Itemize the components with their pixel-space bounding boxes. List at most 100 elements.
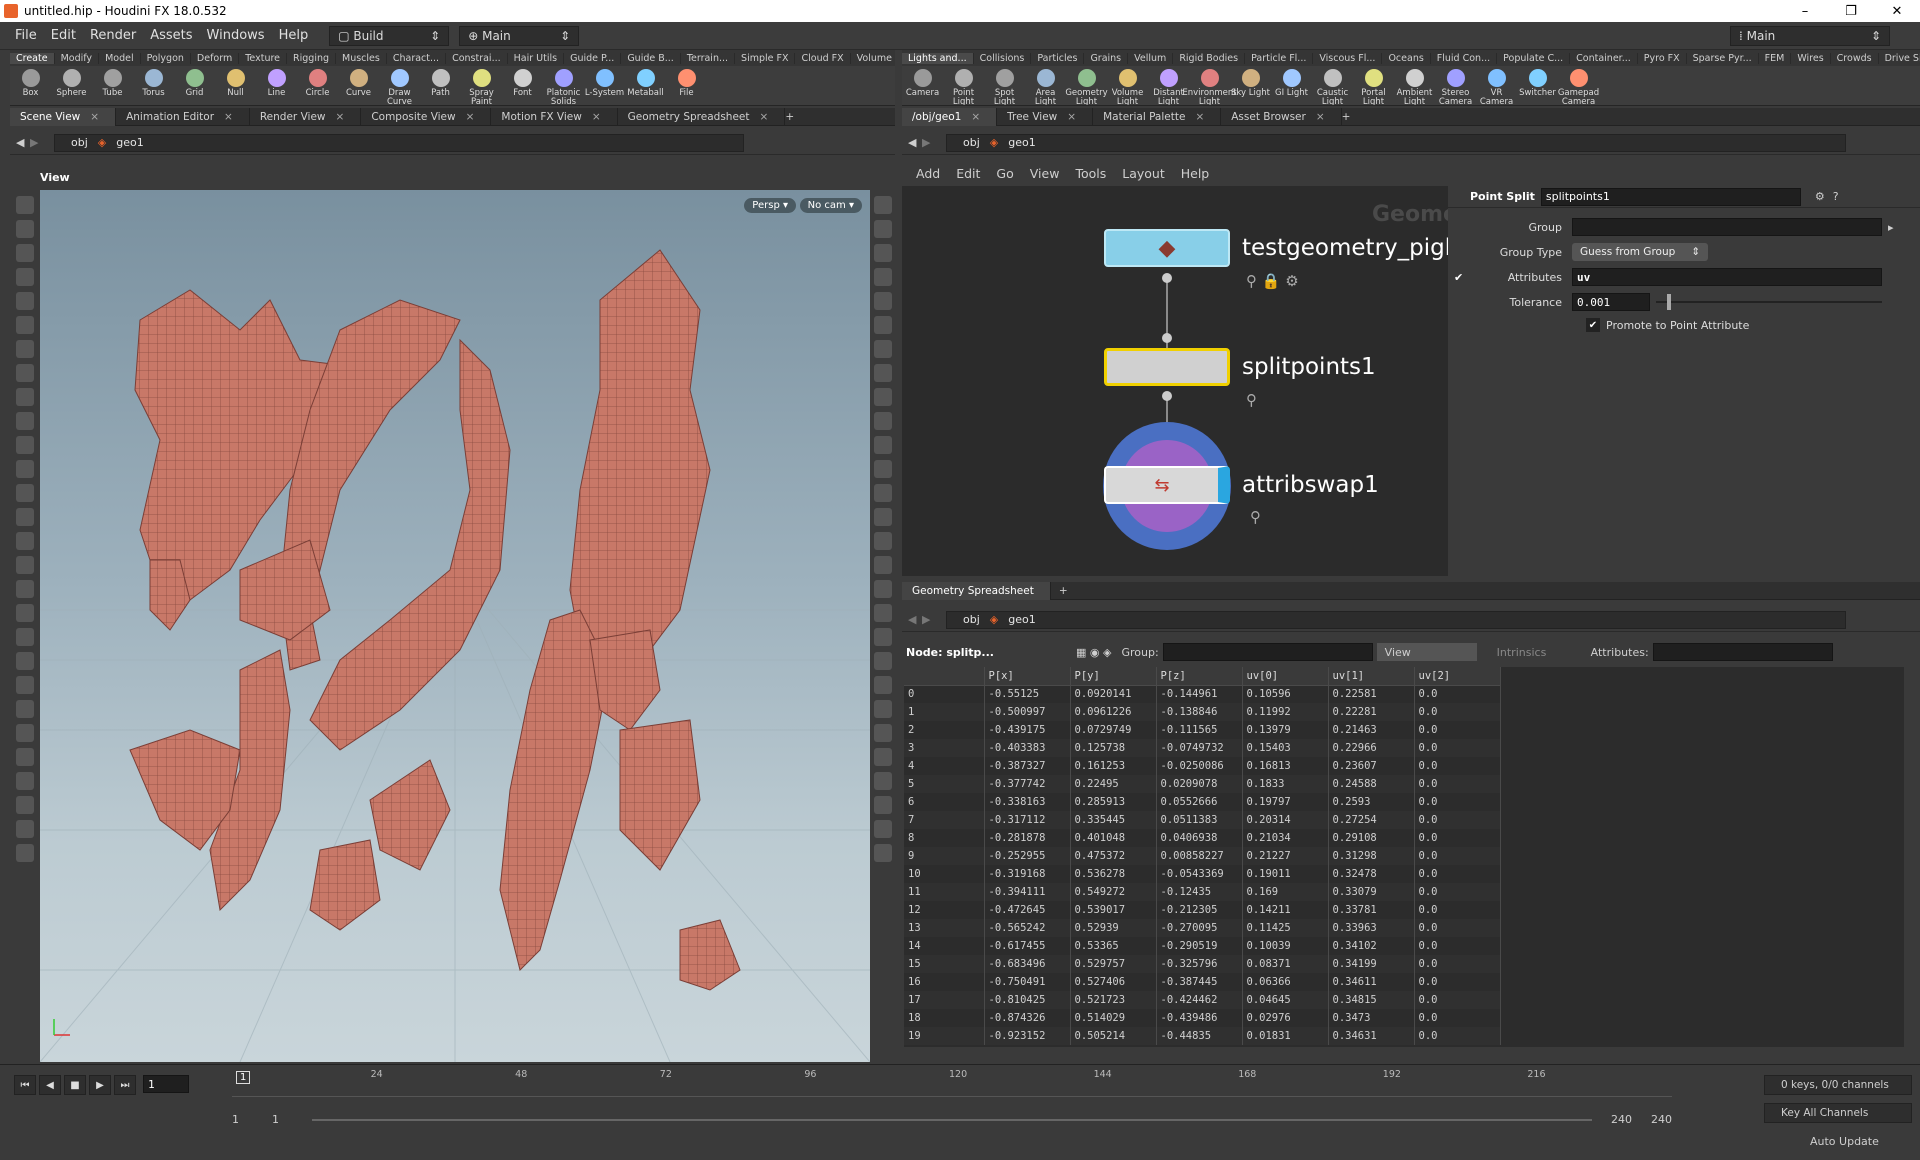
back-arrow-icon[interactable]: ◀: [16, 136, 30, 149]
viewport-tool-icon[interactable]: [16, 268, 34, 286]
checkmark-icon[interactable]: ✔: [1454, 271, 1468, 284]
shelf-tool-null[interactable]: Null: [215, 66, 256, 98]
net-menu-view[interactable]: View: [1022, 166, 1068, 181]
close-tab-icon[interactable]: ×: [336, 111, 345, 123]
viewport-tool-icon[interactable]: [873, 748, 892, 766]
viewport-tool-icon[interactable]: [873, 556, 892, 574]
viewport-tool-icon[interactable]: [16, 292, 34, 310]
shelf-tab-model[interactable]: Model: [99, 52, 141, 64]
shelf-tab-container[interactable]: Container...: [1570, 52, 1638, 64]
shelf-tool-point-light[interactable]: Point Light: [943, 66, 984, 105]
menu-windows[interactable]: Windows: [200, 28, 272, 43]
intrinsics-menu[interactable]: Intrinsics: [1497, 646, 1587, 659]
table-row[interactable]: 14 -0.617455 0.53365 -0.290519 0.10039 0.3410…: [904, 937, 1501, 955]
viewport-tool-icon[interactable]: [16, 652, 34, 670]
frame-indicator[interactable]: 1: [236, 1071, 251, 1084]
viewport-tool-icon[interactable]: [16, 388, 34, 406]
viewport-tool-icon[interactable]: [873, 436, 892, 454]
back-arrow-icon[interactable]: ◀: [908, 136, 922, 149]
auto-update-button[interactable]: Auto Update: [1810, 1135, 1879, 1148]
shelf-tab-rigid-bodies[interactable]: Rigid Bodies: [1173, 52, 1246, 64]
shelf-tool-draw-curve[interactable]: Draw Curve: [379, 66, 420, 105]
column-header[interactable]: P[x]: [984, 667, 1071, 686]
shelf-tool-geometry-light[interactable]: Geometry Light: [1065, 66, 1108, 105]
table-row[interactable]: 19 -0.923152 0.505214 -0.44835 0.01831 0.3463…: [904, 1027, 1501, 1045]
shelf-tab-oceans[interactable]: Oceans: [1382, 52, 1431, 64]
shelf-tool-gamepad-camera[interactable]: Gamepad Camera: [1558, 66, 1599, 105]
jump-end-icon[interactable]: ⏭: [114, 1075, 136, 1095]
shelf-tool-spot-light[interactable]: Spot Light: [984, 66, 1025, 105]
shelf-tab-grains[interactable]: Grains: [1084, 52, 1129, 64]
path-obj[interactable]: obj: [61, 136, 98, 149]
viewport-tool-icon[interactable]: [16, 340, 34, 358]
path-geo[interactable]: geo1: [106, 136, 153, 149]
shelf-tab-guide-b[interactable]: Guide B...: [621, 52, 681, 64]
timeline-ruler[interactable]: 1 24 48 72 96 120 144 168 192 216: [232, 1069, 1672, 1097]
spreadsheet-path-field[interactable]: obj ◈ geo1: [946, 610, 1846, 629]
start-frame-2[interactable]: 1: [272, 1113, 312, 1126]
right-desktop-selector[interactable]: ⁞ Main ⇕: [1730, 25, 1890, 46]
net-menu-go[interactable]: Go: [988, 166, 1021, 181]
viewport-tool-icon[interactable]: [873, 244, 892, 262]
table-row[interactable]: 17 -0.810425 0.521723 -0.424462 0.04645 0.348…: [904, 991, 1501, 1009]
table-row[interactable]: 5 -0.377742 0.22495 0.0209078 0.1833 0.24588 0…: [904, 775, 1501, 793]
shelf-tab-create[interactable]: Create: [10, 52, 55, 64]
forward-arrow-icon[interactable]: ▶: [30, 136, 44, 149]
viewport-tool-icon[interactable]: [16, 628, 34, 646]
viewport-tool-icon[interactable]: [16, 436, 34, 454]
shelf-tool-sky-light[interactable]: Sky Light: [1230, 66, 1271, 98]
close-button[interactable]: ✕: [1874, 4, 1920, 19]
shelf-tool-circle[interactable]: Circle: [297, 66, 338, 98]
desktop-selector[interactable]: ▢ Build ⇕: [329, 25, 450, 46]
viewport-tool-icon[interactable]: [873, 268, 892, 286]
shelf-tool-camera[interactable]: Camera: [902, 66, 943, 98]
end-frame-2[interactable]: 240: [1632, 1113, 1672, 1126]
viewport-tool-icon[interactable]: [873, 484, 892, 502]
shelf-tool-grid[interactable]: Grid: [174, 66, 215, 98]
net-menu-add[interactable]: Add: [908, 166, 948, 181]
viewport-tool-icon[interactable]: [873, 196, 892, 214]
table-row[interactable]: 13 -0.565242 0.52939 -0.270095 0.11425 0.3396…: [904, 919, 1501, 937]
column-header[interactable]: P[z]: [1156, 667, 1243, 686]
node-name-field[interactable]: splitpoints1: [1540, 187, 1801, 206]
viewport-tool-icon[interactable]: [16, 508, 34, 526]
close-tab-icon[interactable]: ×: [592, 111, 601, 123]
key-all-channels[interactable]: Key All Channels: [1764, 1103, 1912, 1123]
menu-render[interactable]: Render: [83, 28, 143, 43]
menu-help[interactable]: Help: [272, 28, 316, 43]
column-header[interactable]: [904, 667, 985, 686]
menu-file[interactable]: File: [8, 28, 44, 43]
group-field[interactable]: [1572, 218, 1882, 236]
viewport-tool-icon[interactable]: [873, 628, 892, 646]
shelf-tool-torus[interactable]: Torus: [133, 66, 174, 98]
viewport-tool-icon[interactable]: [16, 460, 34, 478]
shelf-tab-particle-fl[interactable]: Particle Fl...: [1245, 52, 1314, 64]
viewport-tool-icon[interactable]: [16, 844, 34, 862]
viewport-tool-icon[interactable]: [16, 700, 34, 718]
net-menu-edit[interactable]: Edit: [948, 166, 988, 181]
viewport-tool-icon[interactable]: [16, 484, 34, 502]
shelf-tool-tube[interactable]: Tube: [92, 66, 133, 98]
attributes-filter-field[interactable]: [1652, 643, 1833, 661]
shelf-tool-spray-paint[interactable]: Spray Paint: [461, 66, 502, 105]
tab-tree-view[interactable]: Tree View ×: [997, 107, 1094, 126]
tab-obj-geo1[interactable]: /obj/geo1 ×: [902, 107, 998, 126]
left-path-field[interactable]: obj ◈ geo1: [54, 133, 744, 152]
net-menu-help[interactable]: Help: [1173, 166, 1218, 181]
node-attribswap[interactable]: ⇆ attribswap1: [1104, 466, 1379, 504]
shelf-tool-line[interactable]: Line: [256, 66, 297, 98]
right-path-field[interactable]: obj ◈ geo1: [946, 133, 1846, 152]
table-row[interactable]: 2 -0.439175 0.0729749 -0.111565 0.13979 0.214…: [904, 721, 1501, 739]
path-obj[interactable]: obj: [953, 136, 990, 149]
close-tab-icon[interactable]: ×: [224, 111, 233, 123]
viewport-tool-icon[interactable]: [873, 676, 892, 694]
node-splitpoints[interactable]: splitpoints1: [1104, 348, 1376, 386]
viewport-tool-icon[interactable]: [873, 340, 892, 358]
tolerance-slider[interactable]: [1656, 294, 1882, 310]
viewport-tool-icon[interactable]: [16, 532, 34, 550]
viewport-tool-icon[interactable]: [873, 412, 892, 430]
path-geo[interactable]: geo1: [998, 136, 1045, 149]
shelf-tool-l-system[interactable]: L-System: [584, 66, 625, 98]
group-filter-field[interactable]: [1162, 643, 1373, 661]
forward-arrow-icon[interactable]: ▶: [922, 136, 936, 149]
